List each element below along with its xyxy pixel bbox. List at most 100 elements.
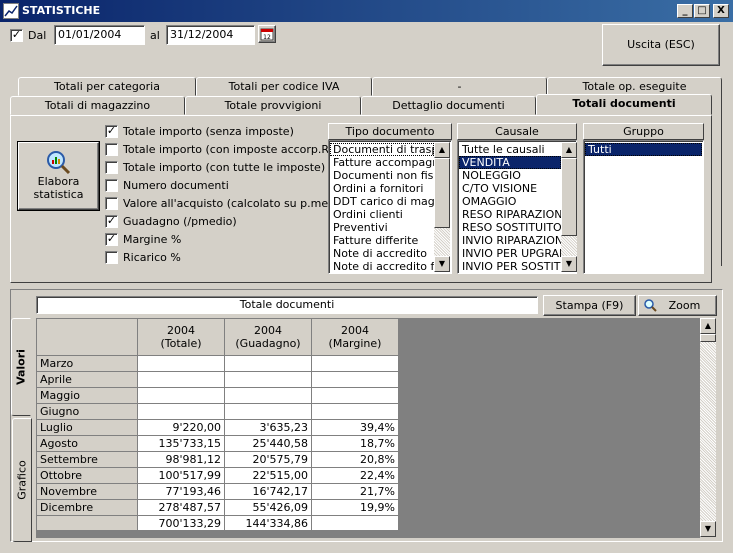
cell-guadagno[interactable] [224, 387, 312, 404]
from-date-field[interactable]: 01/01/2004 [54, 25, 145, 45]
causale-item[interactable]: C/TO VISIONE [459, 182, 561, 195]
cell-margine[interactable] [311, 371, 399, 388]
column-header[interactable]: 2004 (Margine) [311, 318, 399, 356]
cell-totale[interactable] [137, 371, 225, 388]
scroll-thumb[interactable] [561, 158, 577, 236]
maximize-button[interactable]: □ [694, 4, 710, 18]
minimize-button[interactable]: _ [677, 4, 693, 18]
cell-totale[interactable] [137, 403, 225, 420]
option-row[interactable]: Valore all'acquisto (calcolato su p.medi… [105, 196, 349, 212]
cell-guadagno[interactable] [224, 403, 312, 420]
cell-margine[interactable]: 39,4% [311, 419, 399, 436]
causale-item[interactable]: VENDITA [459, 156, 561, 169]
cell-guadagno[interactable]: 25'440,58 [224, 435, 312, 452]
scroll-down-icon[interactable]: ▼ [700, 521, 716, 537]
gruppo-item[interactable]: Tutti [585, 143, 702, 156]
option-checkbox[interactable] [105, 143, 118, 156]
option-checkbox[interactable] [105, 197, 118, 210]
tipo-documento-item[interactable]: Documenti non fiscali [330, 169, 434, 182]
cell-totale[interactable] [137, 355, 225, 372]
tipo-documento-item[interactable]: Ordini clienti [330, 208, 434, 221]
cell-margine[interactable]: 21,7% [311, 483, 399, 500]
cell-totale[interactable]: 98'981,12 [137, 451, 225, 468]
cell-totale[interactable] [137, 387, 225, 404]
cell-totale[interactable]: 77'193,46 [137, 483, 225, 500]
cell-guadagno[interactable]: 22'515,00 [224, 467, 312, 484]
tipo-documento-item[interactable]: DDT carico di magazzino [330, 195, 434, 208]
option-row[interactable]: Numero documenti [105, 178, 320, 194]
option-row[interactable]: Totale importo (con tutte le imposte) [105, 160, 325, 176]
causale-item[interactable]: INVIO RIPARAZIONE [459, 234, 561, 247]
tab-valori[interactable]: Valori [11, 318, 31, 416]
cell-guadagno[interactable] [224, 355, 312, 372]
gruppo-list[interactable]: Tutti [583, 140, 704, 274]
cell-margine[interactable] [311, 387, 399, 404]
scroll-thumb[interactable] [434, 158, 450, 228]
tab-totale-provvigioni[interactable]: Totale provvigioni [185, 96, 361, 115]
column-header[interactable]: 2004 (Guadagno) [224, 318, 312, 356]
tab-totali-per-codice-iva[interactable]: Totali per codice IVA [196, 77, 372, 96]
option-row[interactable]: ✓ Margine % [105, 232, 320, 248]
tab-dettaglio-documenti[interactable]: Dettaglio documenti [361, 96, 536, 115]
cell-guadagno[interactable]: 20'575,79 [224, 451, 312, 468]
tipo-documento-item[interactable]: Documenti di trasporto [330, 143, 434, 156]
scroll-up-icon[interactable]: ▲ [700, 318, 716, 334]
tipo-documento-item[interactable]: Note di accredito [330, 247, 434, 260]
causale-scrollbar[interactable]: ▲ ▼ [561, 142, 577, 272]
cell-guadagno[interactable] [224, 371, 312, 388]
tipo-documento-list[interactable]: Documenti di trasportoFatture accompagna… [328, 140, 452, 274]
calendar-button[interactable]: 12 [258, 25, 276, 43]
scroll-up-icon[interactable]: ▲ [434, 142, 450, 158]
tab-totali-per-categoria[interactable]: Totali per categoria [18, 77, 196, 96]
cell-margine[interactable]: 22,4% [311, 467, 399, 484]
cell-totale[interactable]: 9'220,00 [137, 419, 225, 436]
scroll-thumb[interactable] [700, 334, 716, 342]
cell-guadagno[interactable]: 3'635,23 [224, 419, 312, 436]
option-row[interactable]: ✓ Totale importo (senza imposte) [105, 124, 320, 140]
tab-totali-documenti[interactable]: Totali documenti [536, 94, 712, 115]
causale-item[interactable]: INVIO PER UPGRADE [459, 247, 561, 260]
close-button[interactable]: X [713, 4, 729, 18]
tipo-documento-item[interactable]: Fatture accompagnatorie [330, 156, 434, 169]
from-date-checkbox[interactable]: ✓ [10, 29, 23, 42]
elabora-button[interactable]: Elabora statistica [18, 142, 99, 210]
cell-guadagno[interactable]: 16'742,17 [224, 483, 312, 500]
zoom-button[interactable]: Zoom [638, 295, 717, 316]
option-checkbox[interactable] [105, 161, 118, 174]
tab-grafico[interactable]: Grafico [12, 418, 32, 542]
scroll-down-icon[interactable]: ▼ [561, 256, 577, 272]
grid-scrollbar[interactable]: ▲ ▼ [700, 318, 716, 537]
cell-margine[interactable]: 18,7% [311, 435, 399, 452]
option-checkbox[interactable] [105, 251, 118, 264]
causale-item[interactable]: RESO RIPARAZIONE [459, 208, 561, 221]
cell-totale[interactable]: 135'733,15 [137, 435, 225, 452]
tab-dash[interactable]: - [372, 77, 547, 96]
causale-item[interactable]: INVIO PER SOSTITUZIONE [459, 260, 561, 272]
cell-margine[interactable]: 20,8% [311, 451, 399, 468]
scroll-down-icon[interactable]: ▼ [434, 256, 450, 272]
causale-item[interactable]: OMAGGIO [459, 195, 561, 208]
tipo-documento-item[interactable]: Ordini a fornitori [330, 182, 434, 195]
causale-list[interactable]: Tutte le causali VENDITA NOLEGGIO C/TO VISI… [457, 140, 577, 274]
tipo-documento-item[interactable]: Fatture differite [330, 234, 434, 247]
causale-item[interactable]: Tutte le causali [459, 143, 561, 156]
cell-totale[interactable]: 100'517,99 [137, 467, 225, 484]
option-checkbox[interactable]: ✓ [105, 233, 118, 246]
tipo-documento-scrollbar[interactable]: ▲ ▼ [434, 142, 450, 272]
tab-totali-di-magazzino[interactable]: Totali di magazzino [10, 96, 185, 115]
tipo-documento-item[interactable]: Note di accredito fornitori [330, 260, 434, 272]
option-row[interactable]: Ricarico % [105, 250, 320, 266]
scroll-up-icon[interactable]: ▲ [561, 142, 577, 158]
to-date-field[interactable]: 31/12/2004 [166, 25, 255, 45]
option-row[interactable]: Totale importo (con imposte accorp.RSM) [105, 142, 350, 158]
option-checkbox[interactable] [105, 179, 118, 192]
causale-item[interactable]: RESO SOSTITUITO [459, 221, 561, 234]
option-checkbox[interactable]: ✓ [105, 215, 118, 228]
tipo-documento-item[interactable]: Preventivi [330, 221, 434, 234]
cell-margine[interactable] [311, 403, 399, 420]
column-header[interactable]: 2004 (Totale) [137, 318, 225, 356]
cell-totale[interactable]: 278'487,57 [137, 499, 225, 516]
causale-item[interactable]: NOLEGGIO [459, 169, 561, 182]
option-row[interactable]: ✓ Guadagno (/pmedio) [105, 214, 320, 230]
cell-guadagno[interactable]: 55'426,09 [224, 499, 312, 516]
